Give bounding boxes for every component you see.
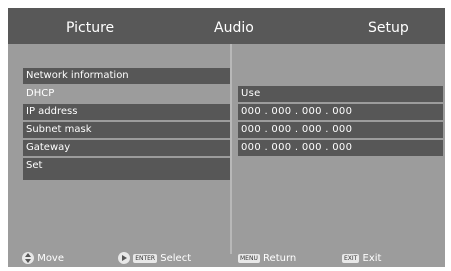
dhcp-value[interactable]: Use [238, 86, 443, 102]
ip-address-value[interactable]: 000 . 000 . 000 . 000 [238, 104, 443, 120]
hint-select: ENTER Select [118, 251, 191, 267]
updown-arrow-icon [22, 252, 34, 264]
hint-move: Move [22, 251, 64, 267]
menu-list-bottom [23, 174, 230, 180]
hint-move-label: Move [37, 253, 65, 264]
exit-key-icon: EXIT [342, 253, 360, 263]
menu-item-ip-address[interactable]: IP address [23, 104, 230, 120]
menu-item-set[interactable]: Set [23, 158, 230, 174]
menu-key-icon: MENU [238, 253, 260, 263]
hint-exit-label: Exit [362, 253, 382, 264]
hint-exit: EXIT Exit [342, 251, 381, 267]
osd-menu-screen: Picture Audio Setup Network information … [8, 8, 445, 267]
hint-select-label: Select [160, 253, 192, 264]
hint-return-label: Return [263, 253, 297, 264]
tab-picture[interactable]: Picture [66, 20, 114, 36]
subnet-mask-value[interactable]: 000 . 000 . 000 . 000 [238, 122, 443, 138]
gateway-value[interactable]: 000 . 000 . 000 . 000 [238, 140, 443, 156]
menu-item-gateway[interactable]: Gateway [23, 140, 230, 156]
menu-item-dhcp[interactable]: DHCP [23, 86, 230, 102]
menu-item-subnet-mask[interactable]: Subnet mask [23, 122, 230, 138]
menu-item-network-information[interactable]: Network information [23, 68, 230, 84]
right-arrow-icon [118, 252, 130, 264]
footer-hints: Move ENTER Select MENU Return EXIT Exit [8, 251, 445, 267]
column-divider [230, 44, 232, 254]
enter-key-icon: ENTER [133, 253, 158, 263]
hint-return: MENU Return [238, 251, 296, 267]
tab-bar: Picture Audio Setup [8, 8, 445, 44]
tab-audio[interactable]: Audio [214, 20, 254, 36]
tab-setup[interactable]: Setup [368, 20, 409, 36]
